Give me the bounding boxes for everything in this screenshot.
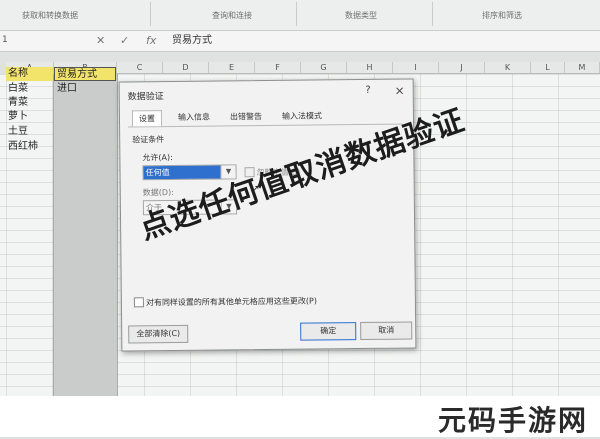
column-header-e[interactable]: E: [209, 62, 255, 74]
column-header-l[interactable]: L: [531, 62, 565, 74]
formula-bar: 1 ✕ ✓ fx 贸易方式: [0, 31, 600, 52]
cell-a3[interactable]: 青菜: [8, 97, 28, 109]
help-icon[interactable]: ?: [365, 85, 370, 96]
ribbon-group-get-transform[interactable]: 获取和转换数据: [22, 10, 78, 21]
column-header-k[interactable]: K: [485, 62, 531, 74]
confirm-formula-icon[interactable]: ✓: [120, 33, 129, 48]
apply-all-checkbox[interactable]: [133, 297, 144, 308]
cell-a5[interactable]: 土豆: [8, 126, 28, 138]
cancel-button[interactable]: 取消: [360, 321, 413, 341]
dialog-tabs: 设置 输入信息 出错警告 输入法模式: [127, 107, 404, 128]
dialog-title: 数据验证: [127, 92, 164, 103]
ribbon-separator: [296, 2, 297, 26]
cell-b1[interactable]: 贸易方式: [54, 67, 116, 81]
ribbon-separator: [432, 2, 433, 26]
watermark: 元码手游网: [437, 404, 588, 437]
column-header-f[interactable]: F: [255, 62, 301, 74]
ok-button[interactable]: 确定: [300, 322, 357, 341]
cancel-formula-icon[interactable]: ✕: [96, 33, 105, 48]
cell-b2[interactable]: 进口: [57, 83, 77, 95]
tab-input-message[interactable]: 输入信息: [172, 110, 216, 125]
column-header-d[interactable]: D: [163, 62, 209, 74]
insert-function-icon[interactable]: fx: [146, 33, 156, 48]
close-icon[interactable]: ×: [395, 84, 405, 98]
validation-criteria-label: 验证条件: [132, 135, 165, 145]
allow-label: 允许(A):: [142, 152, 173, 163]
cell-a4[interactable]: 萝卜: [8, 111, 28, 123]
formula-content[interactable]: 贸易方式: [172, 33, 212, 48]
tab-ime-mode[interactable]: 输入法模式: [276, 108, 328, 124]
cell-a6[interactable]: 西红柿: [8, 141, 38, 153]
column-header-j[interactable]: J: [439, 62, 485, 74]
selected-column-b[interactable]: [53, 74, 118, 400]
cell-a1[interactable]: 名称: [6, 67, 53, 81]
ribbon-group-sort-filter[interactable]: 排序和筛选: [482, 10, 522, 21]
apply-all-label: 对有同样设置的所有其他单元格应用这些更改(P): [145, 296, 318, 308]
ribbon-separator: [150, 2, 151, 26]
name-box[interactable]: 1: [0, 33, 62, 48]
column-header-h[interactable]: H: [347, 62, 393, 74]
allow-selected-value: 任何值: [143, 165, 221, 180]
column-header-i[interactable]: I: [393, 62, 439, 74]
ribbon: 获取和转换数据 查询和连接 数据类型 排序和筛选: [0, 0, 600, 31]
cell-a2[interactable]: 白菜: [8, 83, 28, 95]
tab-error-alert[interactable]: 出错警告: [224, 109, 268, 124]
tab-settings[interactable]: 设置: [131, 110, 163, 127]
column-header-c[interactable]: C: [117, 62, 163, 74]
ribbon-group-data-types[interactable]: 数据类型: [345, 10, 377, 21]
ribbon-group-queries[interactable]: 查询和连接: [212, 10, 252, 21]
clear-all-button[interactable]: 全部清除(C): [128, 324, 189, 344]
column-header-m[interactable]: M: [565, 62, 600, 74]
column-header-g[interactable]: G: [301, 62, 347, 74]
